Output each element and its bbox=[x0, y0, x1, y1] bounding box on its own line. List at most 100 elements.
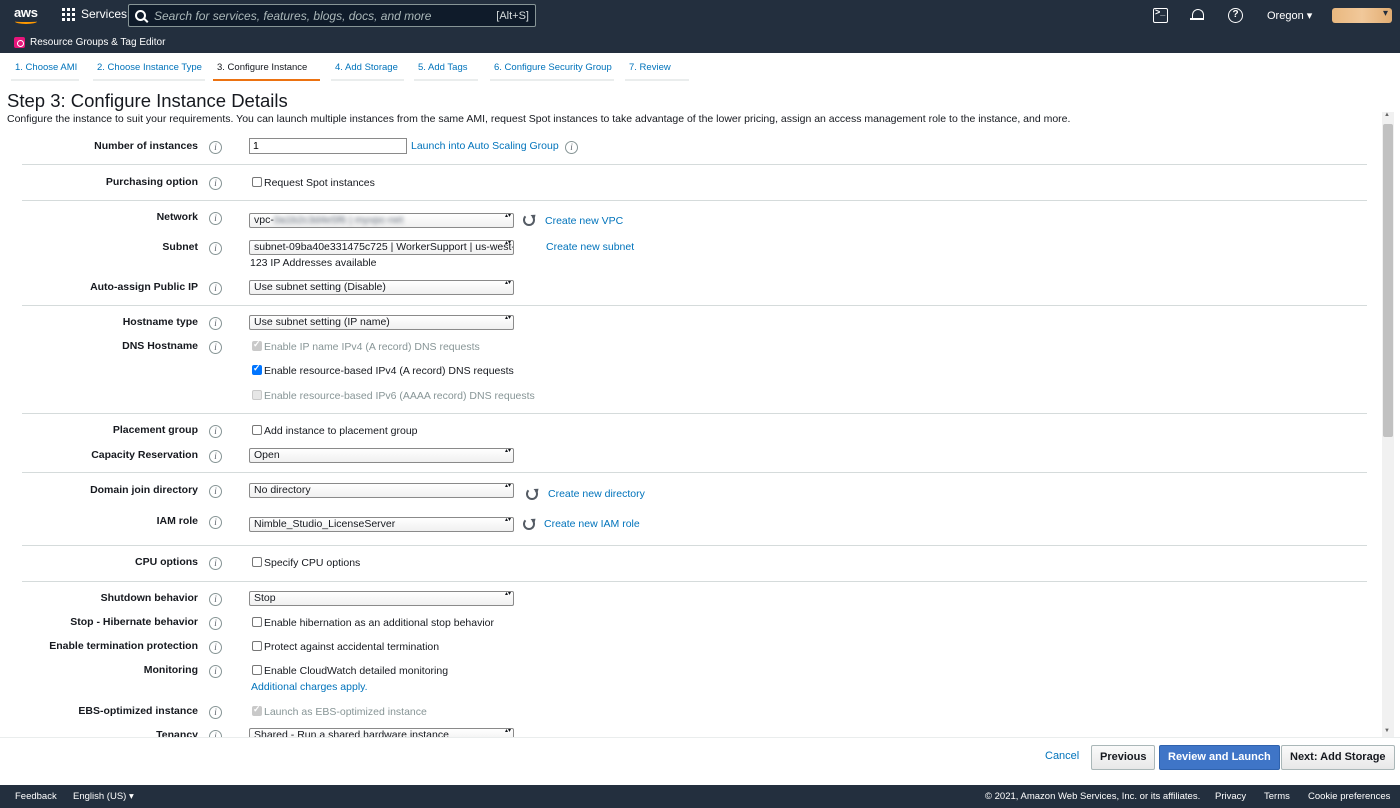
aws-logo-text: aws bbox=[14, 5, 38, 20]
refresh-icon[interactable] bbox=[523, 214, 535, 226]
placement-checkbox[interactable] bbox=[252, 425, 262, 435]
capacity-select[interactable]: Open bbox=[249, 448, 514, 463]
search-shortcut-hint: [Alt+S] bbox=[496, 9, 529, 22]
monitoring-checkbox-label: Enable CloudWatch detailed monitoring bbox=[264, 665, 449, 677]
info-icon[interactable]: i bbox=[209, 282, 222, 295]
refresh-icon[interactable] bbox=[523, 518, 535, 530]
cancel-button[interactable]: Cancel bbox=[1037, 745, 1087, 770]
notifications-bell-icon[interactable] bbox=[1190, 8, 1205, 23]
tab-choose-ami[interactable]: 1. Choose AMI bbox=[11, 62, 79, 81]
cpu-options-checkbox[interactable] bbox=[252, 557, 262, 567]
info-icon[interactable]: i bbox=[209, 617, 222, 630]
wizard-steps: 1. Choose AMI 2. Choose Instance Type 3.… bbox=[0, 53, 1400, 81]
monitoring-label: Monitoring bbox=[143, 664, 198, 676]
domain-select[interactable]: No directory bbox=[249, 483, 514, 498]
language-selector[interactable]: English (US) ▾ bbox=[73, 791, 134, 802]
info-icon[interactable]: i bbox=[209, 706, 222, 719]
next-add-storage-button[interactable]: Next: Add Storage bbox=[1281, 745, 1395, 770]
info-icon[interactable]: i bbox=[209, 341, 222, 354]
create-directory-link[interactable]: Create new directory bbox=[548, 488, 645, 500]
capacity-label: Capacity Reservation bbox=[91, 449, 198, 461]
hostname-type-select[interactable]: Use subnet setting (IP name) bbox=[249, 315, 514, 330]
info-icon[interactable]: i bbox=[209, 557, 222, 570]
copyright-text: © 2021, Amazon Web Services, Inc. or its… bbox=[985, 791, 1201, 802]
divider bbox=[22, 581, 1367, 582]
info-icon[interactable]: i bbox=[565, 141, 578, 154]
hibernate-label: Stop - Hibernate behavior bbox=[70, 616, 198, 628]
resource-ipv4-dns-checkbox[interactable] bbox=[252, 363, 262, 375]
tab-choose-instance-type[interactable]: 2. Choose Instance Type bbox=[93, 62, 205, 81]
info-icon[interactable]: i bbox=[209, 141, 222, 154]
info-icon[interactable]: i bbox=[209, 641, 222, 654]
tab-add-storage[interactable]: 4. Add Storage bbox=[331, 62, 404, 81]
tab-add-tags[interactable]: 5. Add Tags bbox=[414, 62, 478, 81]
global-search-box[interactable]: [Alt+S] bbox=[128, 4, 536, 27]
network-value-redacted: 0a1b2c3d4e5f6 | myvpc-net bbox=[273, 214, 404, 226]
additional-charges-link[interactable]: Additional charges apply. bbox=[251, 681, 368, 693]
cookie-preferences-link[interactable]: Cookie preferences bbox=[1308, 791, 1390, 802]
scroll-down-arrow-icon[interactable]: ▼ bbox=[1384, 728, 1390, 734]
info-icon[interactable]: i bbox=[209, 212, 222, 225]
search-input[interactable] bbox=[154, 8, 497, 23]
spot-instances-label: Request Spot instances bbox=[264, 177, 375, 189]
iam-role-select[interactable]: Nimble_Studio_LicenseServer bbox=[249, 517, 514, 532]
services-menu-button[interactable]: Services bbox=[62, 7, 127, 21]
divider bbox=[22, 545, 1367, 546]
resource-groups-link[interactable]: Resource Groups & Tag Editor bbox=[30, 37, 165, 48]
resource-ipv6-dns-label: Enable resource-based IPv6 (AAAA record)… bbox=[264, 390, 535, 402]
scroll-up-arrow-icon[interactable]: ▲ bbox=[1384, 112, 1390, 118]
help-icon[interactable]: ? bbox=[1228, 8, 1243, 23]
previous-button[interactable]: Previous bbox=[1091, 745, 1156, 770]
info-icon[interactable]: i bbox=[209, 593, 222, 606]
tab-configure-security-group[interactable]: 6. Configure Security Group bbox=[490, 62, 614, 81]
tab-review[interactable]: 7. Review bbox=[625, 62, 689, 81]
search-icon bbox=[135, 10, 146, 21]
aws-logo[interactable]: aws bbox=[14, 5, 40, 25]
monitoring-checkbox[interactable] bbox=[252, 665, 262, 675]
create-iam-role-link[interactable]: Create new IAM role bbox=[544, 518, 640, 530]
ip-name-dns-label: Enable IP name IPv4 (A record) DNS reque… bbox=[264, 341, 480, 353]
info-icon[interactable]: i bbox=[209, 317, 222, 330]
termination-checkbox-label: Protect against accidental termination bbox=[264, 641, 440, 653]
feedback-link[interactable]: Feedback bbox=[15, 791, 57, 802]
info-icon[interactable]: i bbox=[209, 242, 222, 255]
info-icon[interactable]: i bbox=[209, 177, 222, 190]
network-select[interactable]: vpc-0a1b2c3d4e5f6 | myvpc-net bbox=[249, 213, 514, 228]
info-icon[interactable]: i bbox=[209, 665, 222, 678]
subnet-label: Subnet bbox=[162, 241, 198, 253]
page-title: Step 3: Configure Instance Details bbox=[7, 90, 288, 111]
subnet-select[interactable]: subnet-09ba40e331475c725 | WorkerSupport… bbox=[249, 240, 514, 255]
divider bbox=[22, 472, 1367, 473]
public-ip-select[interactable]: Use subnet setting (Disable) bbox=[249, 280, 514, 295]
create-subnet-link[interactable]: Create new subnet bbox=[546, 241, 634, 253]
iam-role-label: IAM role bbox=[156, 515, 198, 527]
spot-instances-checkbox[interactable] bbox=[252, 177, 262, 187]
account-menu[interactable] bbox=[1332, 8, 1392, 23]
info-icon[interactable]: i bbox=[209, 425, 222, 438]
termination-checkbox[interactable] bbox=[252, 641, 262, 651]
region-selector[interactable]: Oregon ▾ bbox=[1267, 9, 1312, 22]
info-icon[interactable]: i bbox=[209, 450, 222, 463]
public-ip-label: Auto-assign Public IP bbox=[90, 281, 198, 293]
network-label: Network bbox=[156, 211, 198, 223]
cloudshell-icon[interactable] bbox=[1153, 7, 1168, 23]
hibernate-checkbox[interactable] bbox=[252, 617, 262, 627]
num-instances-input[interactable] bbox=[249, 138, 407, 154]
purchasing-label: Purchasing option bbox=[105, 176, 198, 188]
info-icon[interactable]: i bbox=[209, 485, 222, 498]
dns-hostname-label: DNS Hostname bbox=[122, 340, 198, 352]
hibernate-checkbox-label: Enable hibernation as an additional stop… bbox=[264, 617, 495, 629]
refresh-icon[interactable] bbox=[526, 488, 538, 500]
services-label: Services bbox=[81, 7, 128, 21]
footer: Feedback English (US) ▾ © 2021, Amazon W… bbox=[0, 785, 1400, 808]
shutdown-label: Shutdown behavior bbox=[100, 592, 198, 604]
privacy-link[interactable]: Privacy bbox=[1215, 791, 1246, 802]
info-icon[interactable]: i bbox=[209, 516, 222, 529]
terms-link[interactable]: Terms bbox=[1264, 791, 1290, 802]
tab-configure-instance[interactable]: 3. Configure Instance bbox=[213, 62, 320, 81]
auto-scaling-link[interactable]: Launch into Auto Scaling Group bbox=[411, 140, 559, 152]
review-and-launch-button[interactable]: Review and Launch bbox=[1159, 745, 1280, 770]
create-vpc-link[interactable]: Create new VPC bbox=[545, 215, 623, 227]
shutdown-select[interactable]: Stop bbox=[249, 591, 514, 606]
scrollbar-thumb[interactable] bbox=[1383, 124, 1393, 437]
